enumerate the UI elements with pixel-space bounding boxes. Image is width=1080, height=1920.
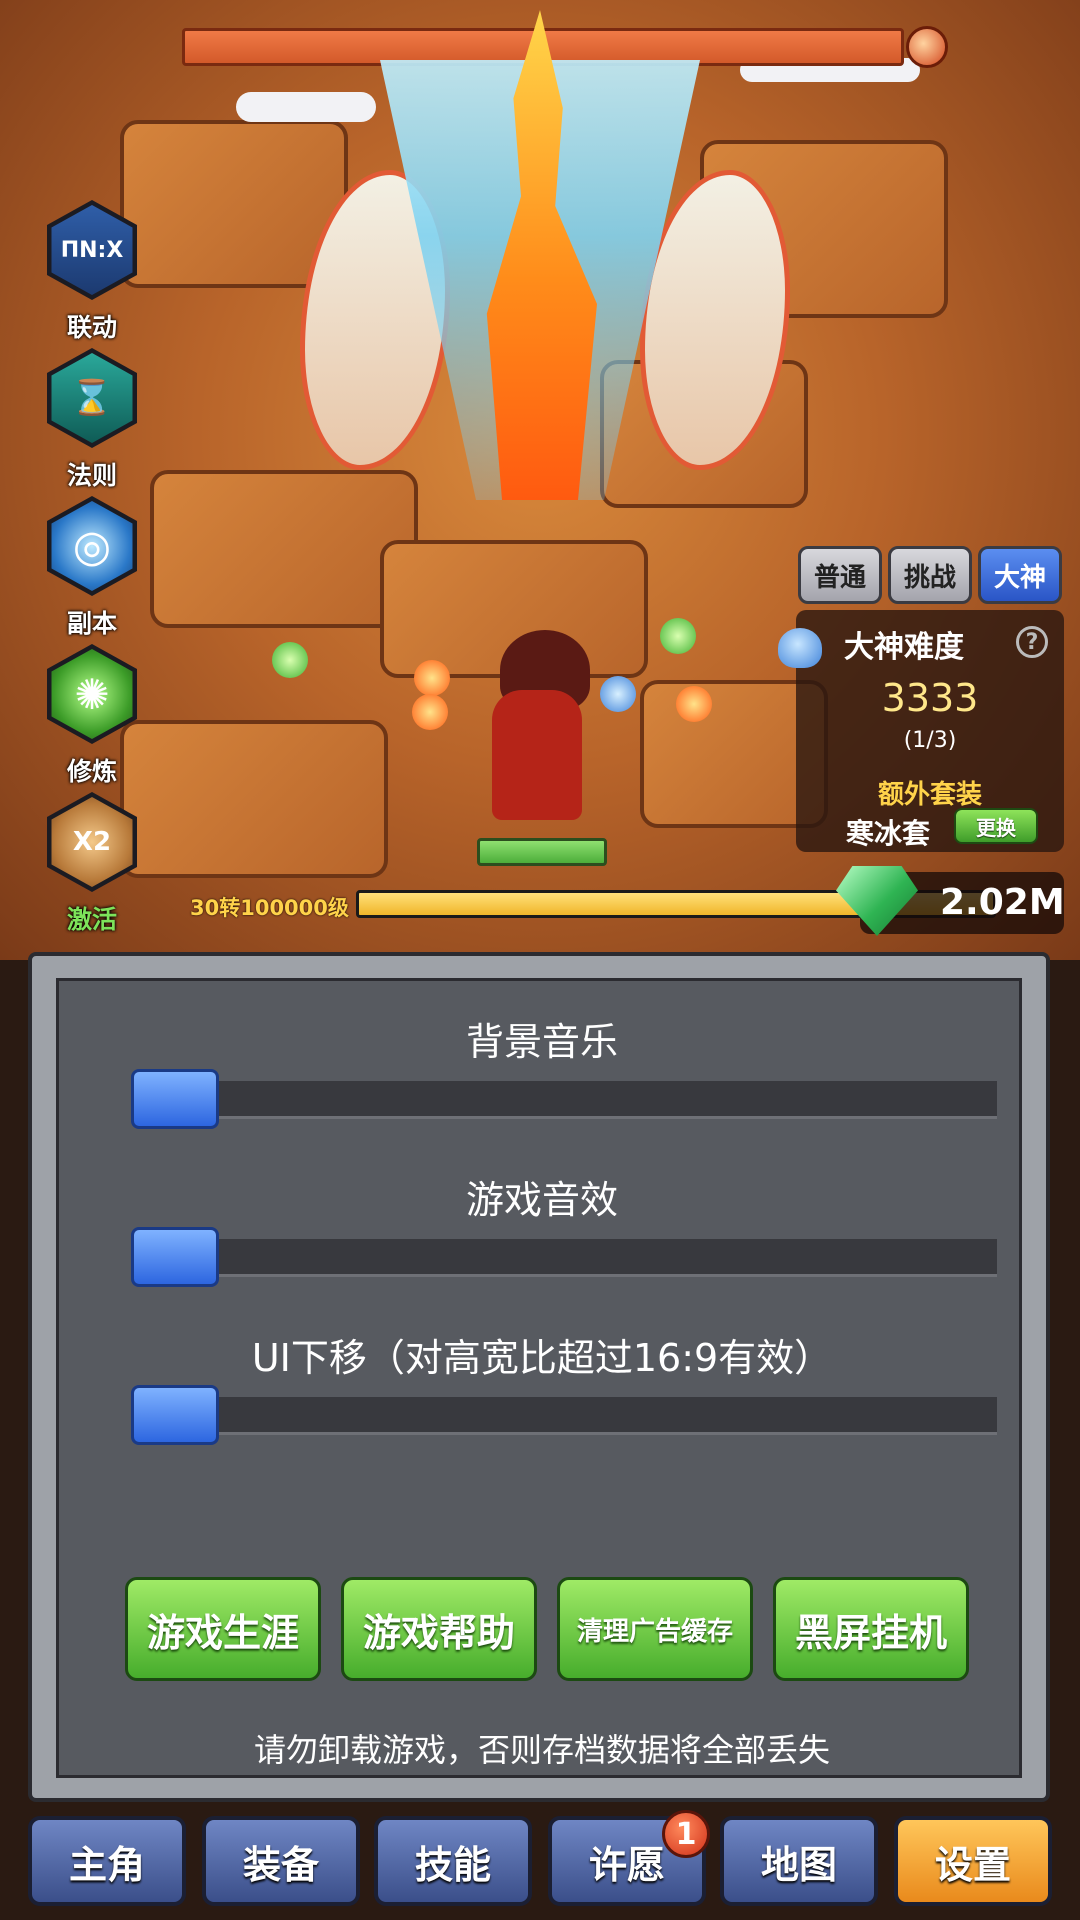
nav-map[interactable]: 地图 bbox=[720, 1816, 878, 1906]
menu-label: 修炼 bbox=[66, 757, 117, 786]
ui-offset-slider-track[interactable] bbox=[147, 1397, 997, 1435]
tab-normal[interactable]: 普通 bbox=[798, 546, 882, 604]
tab-master[interactable]: 大神 bbox=[978, 546, 1062, 604]
training-swirl-icon: ✺ bbox=[47, 644, 137, 744]
black-screen-idle-button[interactable]: 黑屏挂机 bbox=[773, 1577, 969, 1681]
bottom-nav: 主角 装备 技能 许愿 地图 设置 1 bbox=[0, 1810, 1080, 1920]
menu-label: 联动 bbox=[66, 313, 117, 342]
nav-hero[interactable]: 主角 bbox=[28, 1816, 186, 1906]
menu-linkage[interactable]: ΠN:X 联动 bbox=[40, 200, 150, 342]
bgm-slider-thumb[interactable] bbox=[131, 1069, 219, 1129]
bgm-slider-track[interactable] bbox=[147, 1081, 997, 1119]
swap-set-button[interactable]: 更换 bbox=[954, 808, 1038, 844]
clear-ad-cache-button[interactable]: 清理广告缓存 bbox=[557, 1577, 753, 1681]
difficulty-panel: 大神难度 ? 3333 (1/3) 额外套装 寒冰套 更换 bbox=[778, 610, 1064, 852]
fire-orb bbox=[676, 686, 712, 722]
gourd-x2-icon: X2 bbox=[47, 792, 137, 892]
snow-cloud bbox=[236, 92, 376, 122]
nav-settings[interactable]: 设置 bbox=[894, 1816, 1052, 1906]
menu-training[interactable]: ✺ 修炼 bbox=[40, 644, 150, 786]
wish-notification-badge: 1 bbox=[662, 1810, 710, 1858]
floor-tile bbox=[150, 470, 418, 628]
nav-equipment[interactable]: 装备 bbox=[202, 1816, 360, 1906]
ghost-icon bbox=[778, 628, 822, 668]
menu-label: 副本 bbox=[66, 609, 117, 638]
gem-value: 2.02M bbox=[940, 882, 1065, 923]
tab-challenge[interactable]: 挑战 bbox=[888, 546, 972, 604]
menu-label: 法则 bbox=[66, 461, 117, 490]
gem-counter: 2.02M bbox=[836, 866, 1065, 936]
hero-health-bar bbox=[477, 838, 607, 866]
hourglass-icon: ⌛ bbox=[47, 348, 137, 448]
level-text: 30转100000级 bbox=[190, 896, 349, 920]
difficulty-tabs: 普通 挑战 大神 bbox=[798, 546, 1064, 604]
green-orb bbox=[272, 642, 308, 678]
vortex-icon: ◎ bbox=[47, 496, 137, 596]
menu-activate[interactable]: X2 激活 bbox=[40, 792, 150, 934]
green-orb bbox=[660, 618, 696, 654]
difficulty-value: 3333 bbox=[881, 676, 979, 720]
sfx-slider-track[interactable] bbox=[147, 1239, 997, 1277]
difficulty-progress: (1/3) bbox=[903, 728, 957, 753]
menu-rules[interactable]: ⌛ 法则 bbox=[40, 348, 150, 490]
settings-panel-inner: 背景音乐 游戏音效 UI下移（对高宽比超过16:9有效） 游戏生涯 游戏帮助 清… bbox=[56, 978, 1022, 1778]
ice-orb bbox=[600, 676, 636, 712]
game-help-button[interactable]: 游戏帮助 bbox=[341, 1577, 537, 1681]
fire-orb bbox=[412, 694, 448, 730]
menu-label: 激活 bbox=[66, 905, 117, 934]
settings-panel: 背景音乐 游戏音效 UI下移（对高宽比超过16:9有效） 游戏生涯 游戏帮助 清… bbox=[28, 952, 1050, 1802]
link-event-icon: ΠN:X bbox=[47, 200, 137, 300]
boss-orb-icon bbox=[906, 26, 948, 68]
bgm-label: 背景音乐 bbox=[465, 1020, 618, 1064]
sfx-slider-thumb[interactable] bbox=[131, 1227, 219, 1287]
fire-orb bbox=[414, 660, 450, 696]
ui-offset-slider-thumb[interactable] bbox=[131, 1385, 219, 1445]
nav-skills[interactable]: 技能 bbox=[374, 1816, 532, 1906]
menu-dungeon[interactable]: ◎ 副本 bbox=[40, 496, 150, 638]
hero-character bbox=[492, 690, 582, 820]
help-icon[interactable]: ? bbox=[1016, 626, 1048, 658]
uninstall-warning: 请勿卸载游戏，否则存档数据将全部丢失 bbox=[253, 1731, 830, 1769]
ui-offset-label: UI下移（对高宽比超过16:9有效） bbox=[251, 1336, 833, 1380]
set-name: 寒冰套 bbox=[846, 817, 931, 850]
difficulty-title: 大神难度 bbox=[844, 630, 964, 665]
game-career-button[interactable]: 游戏生涯 bbox=[125, 1577, 321, 1681]
floor-tile bbox=[120, 720, 388, 878]
extra-set-title: 额外套装 bbox=[877, 780, 982, 810]
sfx-label: 游戏音效 bbox=[465, 1178, 618, 1222]
